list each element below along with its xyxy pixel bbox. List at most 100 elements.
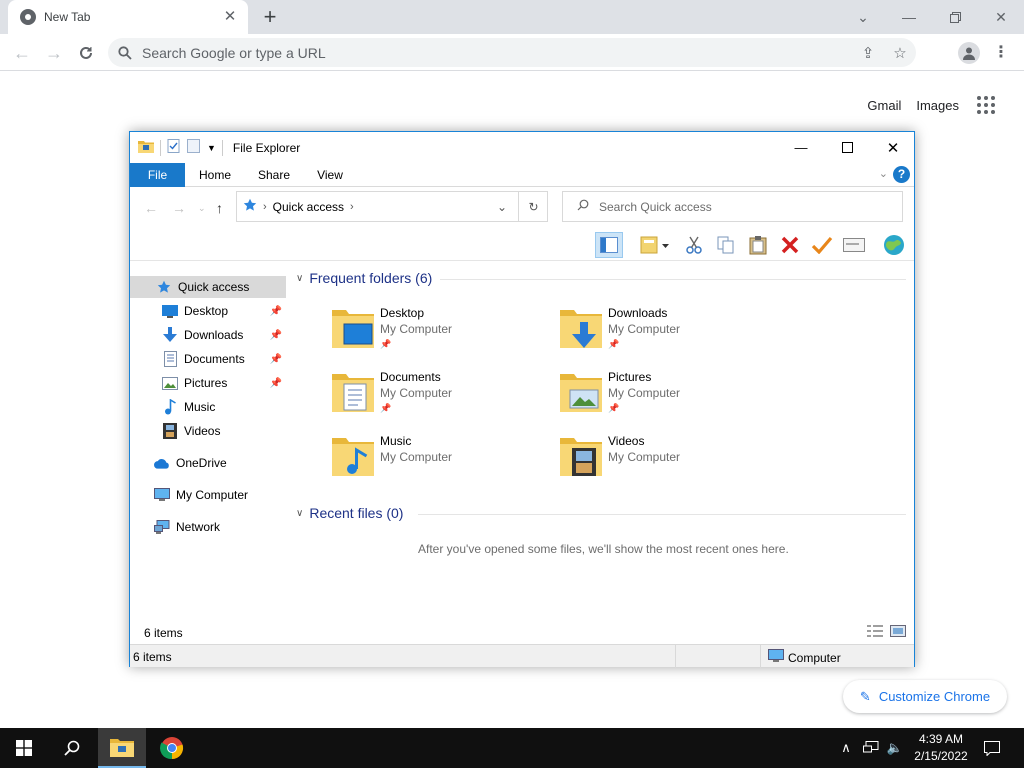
system-clock[interactable]: 4:39 AM 2/15/2022 bbox=[906, 731, 976, 765]
nav-network[interactable]: Network bbox=[130, 516, 286, 538]
recent-files-header[interactable]: ∨ Recent files (0) bbox=[296, 505, 403, 521]
folder-name: Downloads bbox=[608, 306, 668, 320]
nav-videos[interactable]: Videos bbox=[130, 420, 286, 442]
large-icons-view-icon[interactable] bbox=[890, 624, 906, 641]
share-icon[interactable]: ⇪ bbox=[852, 44, 884, 62]
fe-back-icon[interactable]: ← bbox=[144, 200, 158, 216]
folder-tile-downloads[interactable]: Downloads My Computer 📌 bbox=[560, 306, 760, 362]
nav-documents[interactable]: Documents 📌 bbox=[130, 348, 286, 370]
folder-name: Videos bbox=[608, 434, 645, 448]
music-note-icon bbox=[162, 399, 178, 415]
show-hidden-icons-chevron-icon[interactable]: ∧ bbox=[836, 728, 856, 768]
gmail-link[interactable]: Gmail bbox=[867, 98, 901, 113]
fe-minimize-icon[interactable]: — bbox=[778, 132, 824, 163]
tab-search-chevron-icon[interactable]: ⌄ bbox=[840, 0, 886, 34]
ribbon-tab-file[interactable]: File bbox=[130, 163, 185, 187]
nav-music[interactable]: Music bbox=[130, 396, 286, 418]
up-one-level-icon[interactable]: ↑ bbox=[216, 200, 223, 216]
refresh-icon[interactable]: ↻ bbox=[518, 191, 548, 222]
windows-taskbar: ∧ 🔈 4:39 AM 2/15/2022 bbox=[0, 728, 1024, 768]
fe-maximize-icon[interactable] bbox=[824, 132, 870, 163]
pencil-icon: ✎ bbox=[859, 688, 871, 704]
frequent-folders-header[interactable]: ∨ Frequent folders (6) bbox=[296, 270, 432, 286]
globe-icon[interactable] bbox=[880, 232, 908, 258]
details-view-icon[interactable] bbox=[866, 624, 884, 641]
qat-dropdown-icon[interactable]: ▼ bbox=[207, 143, 216, 153]
folder-tile-pictures[interactable]: Pictures My Computer 📌 bbox=[560, 370, 760, 426]
fe-address-row: ← → ⌄ ↑ › Quick access › ⌄ ↻ bbox=[130, 188, 914, 228]
fe-search-input[interactable] bbox=[599, 199, 879, 214]
start-windows-icon[interactable] bbox=[0, 728, 48, 768]
new-folder-qat-icon[interactable] bbox=[187, 139, 201, 156]
volume-icon[interactable]: 🔈 bbox=[884, 728, 906, 768]
folder-tile-music[interactable]: Music My Computer bbox=[332, 434, 532, 490]
taskbar-search-icon[interactable] bbox=[48, 728, 96, 768]
bookmark-star-icon[interactable]: ☆ bbox=[884, 44, 916, 62]
reload-icon[interactable] bbox=[72, 39, 100, 67]
cut-icon[interactable] bbox=[680, 232, 708, 258]
back-icon[interactable]: ← bbox=[8, 39, 36, 67]
ribbon-tab-share[interactable]: Share bbox=[250, 163, 298, 187]
nav-onedrive[interactable]: OneDrive bbox=[130, 452, 286, 474]
ribbon-tab-home[interactable]: Home bbox=[192, 163, 238, 187]
collapse-chevron-icon[interactable]: ∨ bbox=[296, 273, 303, 284]
pin-icon[interactable]: 📌 bbox=[270, 354, 282, 365]
fe-search-box[interactable] bbox=[562, 191, 903, 222]
fe-navigation-pane: Quick access Desktop 📌 Downloads 📌 Docum… bbox=[130, 272, 290, 592]
folder-name: Music bbox=[380, 434, 412, 448]
images-link[interactable]: Images bbox=[916, 98, 959, 113]
folder-tile-videos[interactable]: Videos My Computer bbox=[560, 434, 760, 490]
nav-desktop[interactable]: Desktop 📌 bbox=[130, 300, 286, 322]
properties-dropdown-icon[interactable] bbox=[634, 232, 676, 258]
breadcrumb-separator-icon[interactable]: › bbox=[350, 201, 354, 213]
videos-folder-icon bbox=[560, 438, 602, 476]
navigation-pane-icon[interactable] bbox=[595, 232, 623, 258]
ribbon-tab-view[interactable]: View bbox=[308, 163, 352, 187]
tab-new-tab[interactable]: New Tab ✕ bbox=[8, 0, 248, 34]
tab-close-icon[interactable]: ✕ bbox=[222, 9, 238, 25]
nav-downloads[interactable]: Downloads 📌 bbox=[130, 324, 286, 346]
customize-chrome-button[interactable]: ✎ Customize Chrome bbox=[843, 680, 1007, 713]
paste-icon[interactable] bbox=[744, 232, 772, 258]
nav-pictures[interactable]: Pictures 📌 bbox=[130, 372, 286, 394]
copy-icon[interactable] bbox=[712, 232, 740, 258]
properties-icon[interactable] bbox=[167, 139, 181, 156]
close-window-icon[interactable]: ✕ bbox=[978, 0, 1024, 34]
nav-my-computer[interactable]: My Computer bbox=[130, 484, 286, 506]
network-tray-icon[interactable] bbox=[860, 728, 882, 768]
restore-icon[interactable] bbox=[932, 0, 978, 34]
pin-icon[interactable]: 📌 bbox=[270, 378, 282, 389]
omnibox[interactable]: ⇪ ☆ bbox=[108, 38, 916, 67]
collapse-chevron-icon[interactable]: ∨ bbox=[296, 508, 303, 519]
forward-icon[interactable]: → bbox=[40, 39, 68, 67]
nav-quick-access[interactable]: Quick access bbox=[130, 276, 286, 298]
recent-locations-chevron-icon[interactable]: ⌄ bbox=[198, 203, 206, 214]
breadcrumb-quick-access[interactable]: Quick access bbox=[273, 200, 344, 214]
downloads-arrow-icon bbox=[162, 327, 178, 343]
rename-check-icon[interactable] bbox=[808, 232, 836, 258]
taskbar-file-explorer-icon[interactable] bbox=[98, 728, 146, 768]
address-dropdown-icon[interactable]: ⌄ bbox=[497, 200, 507, 214]
new-tab-plus-icon[interactable]: + bbox=[258, 5, 282, 29]
desktop-icon bbox=[162, 303, 178, 319]
fe-forward-icon[interactable]: → bbox=[172, 200, 186, 216]
folder-location: My Computer bbox=[608, 386, 681, 400]
taskbar-chrome-icon[interactable] bbox=[148, 728, 196, 768]
fe-close-icon[interactable]: ✕ bbox=[870, 132, 916, 163]
email-icon[interactable] bbox=[840, 232, 868, 258]
profile-avatar-icon[interactable] bbox=[958, 42, 980, 64]
chrome-menu-icon[interactable]: ⋮ bbox=[992, 40, 1010, 66]
address-bar[interactable]: › Quick access › ⌄ bbox=[236, 191, 548, 222]
action-center-icon[interactable] bbox=[978, 728, 1006, 768]
help-icon[interactable]: ? bbox=[893, 166, 910, 183]
omnibox-input[interactable] bbox=[142, 44, 852, 61]
delete-icon[interactable] bbox=[776, 232, 804, 258]
expand-ribbon-chevron-icon[interactable]: ⌄ bbox=[879, 167, 888, 180]
google-apps-icon[interactable] bbox=[974, 93, 998, 117]
minimize-icon[interactable]: — bbox=[886, 0, 932, 34]
folder-tile-documents[interactable]: Documents My Computer 📌 bbox=[332, 370, 532, 426]
pin-icon[interactable]: 📌 bbox=[270, 306, 282, 317]
folder-tile-desktop[interactable]: Desktop My Computer 📌 bbox=[332, 306, 532, 362]
pin-icon[interactable]: 📌 bbox=[270, 330, 282, 341]
folder-location: My Computer bbox=[380, 450, 453, 464]
